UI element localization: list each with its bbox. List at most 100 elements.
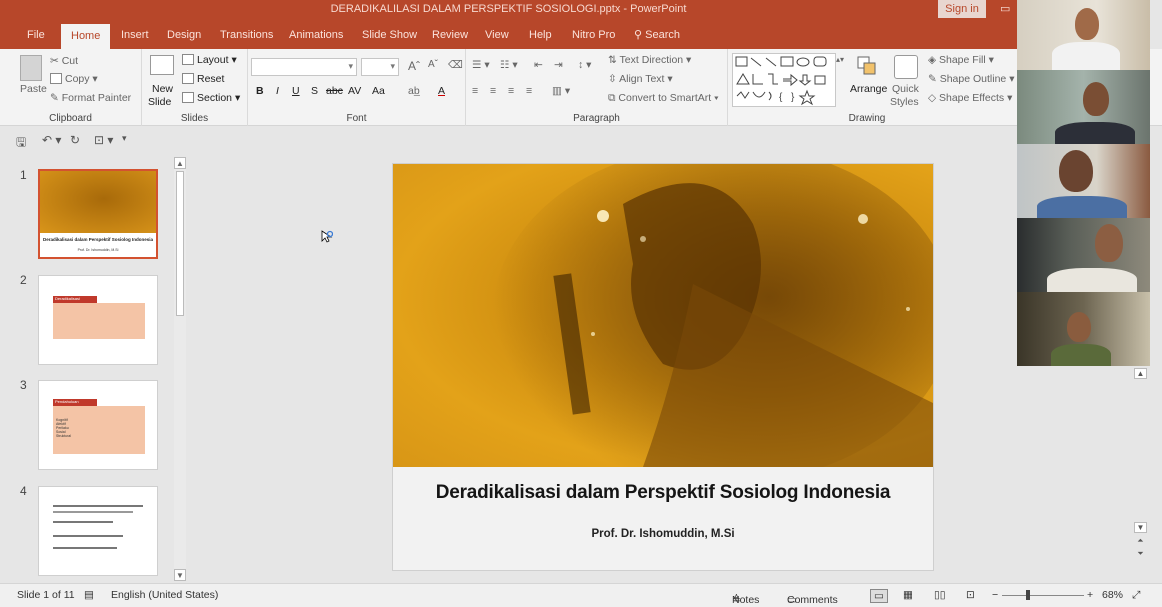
zoom-slider-thumb[interactable]	[1026, 590, 1030, 600]
participant-video-5[interactable]	[1017, 292, 1150, 366]
tab-insert[interactable]: Insert	[121, 27, 149, 49]
participant-video-2[interactable]	[1017, 70, 1150, 144]
reading-view-icon[interactable]: ▯▯	[934, 589, 946, 601]
slide-sorter-icon[interactable]: ▦	[903, 589, 913, 601]
clear-format-icon[interactable]: ⌫	[448, 59, 463, 71]
align-center-icon[interactable]: ≡	[490, 85, 496, 97]
tab-slide-show[interactable]: Slide Show	[362, 27, 417, 49]
shadow-button[interactable]: S	[311, 85, 318, 97]
thumbnail-slide-4[interactable]	[38, 486, 158, 576]
quick-styles-icon[interactable]	[894, 55, 918, 79]
customize-qat-icon[interactable]: ▾	[122, 133, 127, 144]
bullets-icon[interactable]: ☰ ▾	[472, 59, 490, 71]
gallery-scroll-icon[interactable]: ▴▾	[836, 55, 844, 64]
numbering-icon[interactable]: ☷ ▾	[500, 59, 518, 71]
underline-button[interactable]: U	[292, 85, 300, 97]
italic-button[interactable]: I	[276, 85, 279, 97]
slide-title[interactable]: Deradikalisasi dalam Perspektif Sosiolog…	[393, 482, 933, 504]
participant-video-3[interactable]	[1017, 144, 1150, 218]
font-family-select[interactable]	[251, 58, 357, 76]
scroll-thumb[interactable]	[176, 171, 184, 316]
arrange-icon[interactable]	[856, 55, 878, 77]
shape-effects-button[interactable]: ◇ Shape Effects ▾	[928, 92, 1012, 104]
sign-in-button[interactable]: Sign in	[938, 0, 986, 18]
new-slide-button-line2[interactable]: Slide	[148, 96, 171, 108]
copy-button[interactable]: Copy ▾	[50, 73, 98, 85]
fit-to-window-icon[interactable]: ⤢	[1132, 589, 1140, 602]
slide-scrollbar[interactable]: ▲ ▼ ⏶ ⏷	[1134, 368, 1147, 568]
undo-icon[interactable]: ↶ ▾	[42, 133, 61, 147]
decrease-font-icon[interactable]: Aˇ	[428, 59, 438, 70]
participant-video-4[interactable]	[1017, 218, 1150, 292]
scroll-up-icon[interactable]: ▲	[1134, 368, 1147, 379]
layout-button[interactable]: Layout ▾	[182, 54, 237, 66]
tab-nitro-pro[interactable]: Nitro Pro	[572, 27, 615, 49]
tab-view[interactable]: View	[485, 27, 509, 49]
tab-home[interactable]: Home	[61, 24, 111, 49]
align-text-button[interactable]: ⇳ Align Text ▾	[608, 73, 673, 85]
next-slide-icon[interactable]: ⏷	[1134, 549, 1147, 559]
scroll-up-icon[interactable]: ▲	[174, 157, 186, 169]
arrange-button[interactable]: Arrange	[850, 83, 887, 95]
reset-button[interactable]: Reset	[182, 73, 224, 85]
tab-design[interactable]: Design	[167, 27, 201, 49]
bold-button[interactable]: B	[256, 85, 264, 97]
justify-icon[interactable]: ≡	[526, 85, 532, 97]
new-slide-icon[interactable]	[150, 55, 174, 75]
cut-button[interactable]: ✂ Cut	[50, 55, 78, 67]
zoom-in-icon[interactable]: +	[1087, 589, 1093, 601]
convert-smartart-button[interactable]: ⧉ Convert to SmartArt ▾	[608, 92, 719, 105]
save-icon[interactable]: 🖫	[16, 133, 26, 154]
new-slide-button[interactable]: New	[152, 83, 173, 95]
text-direction-button[interactable]: ⇅ Text Direction ▾	[608, 54, 691, 66]
slide-author[interactable]: Prof. Dr. Ishomuddin, M.Si	[393, 528, 933, 540]
align-right-icon[interactable]: ≡	[508, 85, 514, 97]
thumbnail-slide-2[interactable]: Deradikalisasi	[38, 275, 158, 365]
format-painter-button[interactable]: ✎ Format Painter	[50, 92, 131, 104]
font-size-select[interactable]	[361, 58, 399, 76]
tab-review[interactable]: Review	[432, 27, 468, 49]
line-spacing-icon[interactable]: ↕ ▾	[578, 59, 591, 71]
language-indicator[interactable]: English (United States)	[111, 589, 218, 601]
increase-font-icon[interactable]: Aˆ	[408, 59, 420, 73]
slide-canvas[interactable]: Deradikalisasi dalam Perspektif Sosiolog…	[392, 163, 934, 571]
align-left-icon[interactable]: ≡	[472, 85, 478, 97]
tab-help[interactable]: Help	[529, 27, 552, 49]
section-button[interactable]: Section ▾	[182, 92, 240, 104]
accessibility-icon[interactable]: ▤	[84, 589, 94, 601]
shape-outline-button[interactable]: ✎ Shape Outline ▾	[928, 73, 1014, 85]
strikethrough-button[interactable]: abc	[326, 85, 343, 97]
search-box[interactable]: ⚲ Search	[634, 27, 680, 49]
tab-transitions[interactable]: Transitions	[220, 27, 273, 49]
thumbnail-slide-1[interactable]: Deradikalisasi dalam Perspektif Sosiolog…	[38, 169, 158, 259]
zoom-slider[interactable]	[1002, 595, 1084, 596]
slideshow-view-icon[interactable]: ⊡	[966, 589, 975, 601]
quick-styles-button-line2[interactable]: Styles	[890, 96, 919, 108]
increase-indent-icon[interactable]: ⇥	[554, 59, 563, 71]
shape-fill-button[interactable]: ◈ Shape Fill ▾	[928, 54, 994, 66]
char-spacing-button[interactable]: AV	[348, 85, 361, 97]
normal-view-icon[interactable]: ▭	[870, 589, 888, 603]
scroll-down-icon[interactable]: ▼	[174, 569, 186, 581]
zoom-out-icon[interactable]: −	[992, 589, 998, 601]
font-color-button[interactable]: A	[438, 85, 445, 97]
start-slideshow-icon[interactable]: ⊡ ▾	[94, 133, 113, 147]
zoom-level[interactable]: 68%	[1102, 589, 1123, 601]
thumbnail-slide-3[interactable]: Pendahuluan Kognitif Afektif Perilaku Sosia…	[38, 380, 158, 470]
previous-slide-icon[interactable]: ⏶	[1134, 536, 1147, 546]
paste-button[interactable]: Paste	[20, 83, 47, 95]
thumbnail-scrollbar[interactable]: ▲ ▼	[174, 157, 186, 581]
redo-icon[interactable]: ↻	[70, 133, 80, 147]
tab-file[interactable]: File	[27, 27, 45, 49]
paste-icon[interactable]	[20, 55, 42, 81]
shapes-gallery[interactable]: {}	[732, 53, 836, 107]
quick-styles-button[interactable]: Quick	[892, 83, 919, 95]
highlight-icon[interactable]: ab̲	[408, 85, 420, 97]
participant-video-1[interactable]	[1017, 0, 1150, 70]
change-case-button[interactable]: Aa	[372, 85, 385, 97]
decrease-indent-icon[interactable]: ⇤	[534, 59, 543, 71]
ribbon-display-icon[interactable]: ▭	[1000, 2, 1014, 16]
columns-icon[interactable]: ▥ ▾	[552, 85, 570, 97]
scroll-down-icon[interactable]: ▼	[1134, 522, 1147, 533]
tab-animations[interactable]: Animations	[289, 27, 343, 49]
